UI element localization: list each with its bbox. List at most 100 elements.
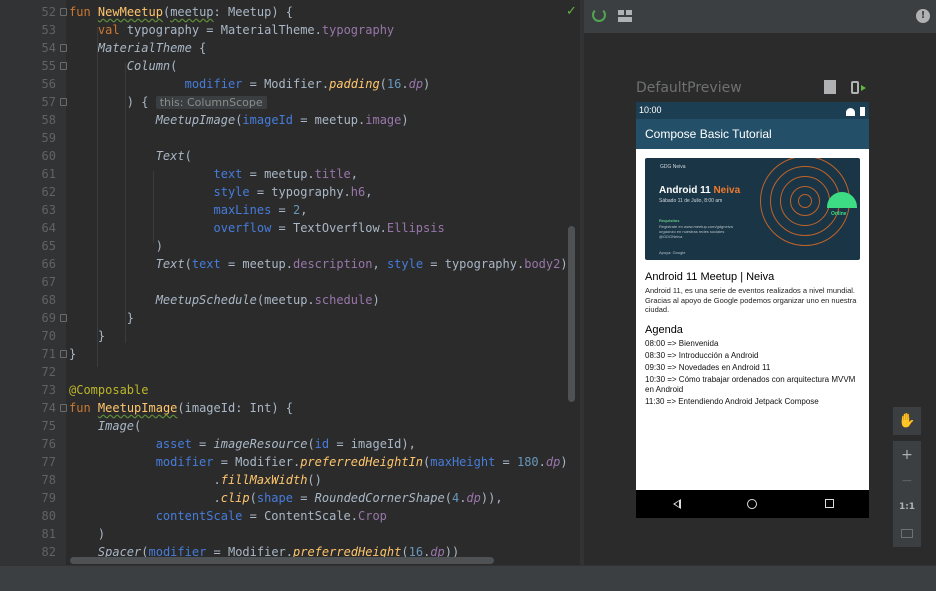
line-number: 58 (0, 111, 56, 129)
recents-icon (825, 499, 834, 508)
fold-marker-icon[interactable] (60, 8, 67, 16)
line-number-text: 71 (41, 347, 56, 361)
code-text: Image( (97, 419, 142, 433)
line-number-text: 82 (41, 545, 56, 559)
line-number-text: 67 (41, 275, 56, 289)
code-line[interactable]: 70 } (0, 327, 580, 345)
code-text: fun NewMeetup(meetup: Meetup) { (69, 5, 294, 19)
code-line[interactable]: 80 contentScale = ContentScale.Crop (0, 507, 580, 525)
banner-title-a: Android 11 (659, 185, 714, 196)
code-line[interactable]: 73 @Composable (0, 381, 580, 399)
code-line[interactable]: 59 (0, 129, 580, 147)
app-title: Compose Basic Tutorial (645, 127, 772, 141)
code-line[interactable]: 74 fun MeetupImage(imageId: Int) { (0, 399, 580, 417)
fold-marker-icon[interactable] (60, 62, 67, 70)
status-bar: 10:00 (636, 102, 869, 119)
line-number: 65 (0, 237, 56, 255)
code-line[interactable]: 56 modifier = Modifier.padding(16.dp) (0, 75, 580, 93)
home-icon (747, 499, 757, 509)
indent-guide (125, 63, 126, 343)
line-number: 66 (0, 255, 56, 273)
fold-marker-icon[interactable] (60, 404, 67, 412)
zoom-in-button[interactable]: + (893, 441, 921, 469)
line-number-text: 66 (41, 257, 56, 271)
code-line[interactable]: 75 Image( (0, 417, 580, 435)
line-number-text: 63 (41, 203, 56, 217)
code-line[interactable]: 62 style = typography.h6, (0, 183, 580, 201)
line-number: 57 (0, 93, 56, 111)
issues-icon[interactable]: ! (916, 9, 930, 23)
line-number: 56 (0, 75, 56, 93)
deploy-to-device-icon[interactable] (824, 80, 836, 94)
code-line[interactable]: 57 ) { this: ColumnScope (0, 93, 580, 111)
horizontal-scrollbar[interactable] (70, 557, 494, 564)
code-text: Text( (155, 149, 192, 163)
fold-marker-icon[interactable] (60, 314, 67, 322)
no-problems-check-icon[interactable]: ✓ (566, 4, 577, 19)
code-line[interactable]: 65 ) (0, 237, 580, 255)
code-line[interactable]: 81 ) (0, 525, 580, 543)
line-number-text: 78 (41, 473, 56, 487)
line-number-text: 54 (41, 41, 56, 55)
zoom-out-button[interactable]: − (893, 467, 921, 495)
code-line[interactable]: 64 overflow = TextOverflow.Ellipsis (0, 219, 580, 237)
code-text: @Composable (69, 383, 149, 397)
app-bar: Compose Basic Tutorial (636, 119, 869, 149)
code-text: .fillMaxWidth() (69, 473, 322, 487)
line-number-text: 74 (41, 401, 56, 415)
run-preview-icon[interactable] (851, 81, 859, 94)
code-line[interactable]: 69 } (0, 309, 580, 327)
code-line[interactable]: 55 Column( (0, 57, 580, 75)
code-line[interactable]: 71} (0, 345, 580, 363)
code-line[interactable]: 54 MaterialTheme { (0, 39, 580, 57)
code-text: maxLines = 2, (213, 203, 308, 217)
code-line[interactable]: 53 val typography = MaterialTheme.typogr… (0, 21, 580, 39)
battery-icon (860, 107, 865, 116)
line-number-text: 75 (41, 419, 56, 433)
line-number-text: 56 (41, 77, 56, 91)
zoom-to-fit-icon[interactable] (893, 519, 921, 547)
code-line[interactable]: 63 maxLines = 2, (0, 201, 580, 219)
status-time: 10:00 (639, 105, 662, 115)
code-line[interactable]: 76 asset = imageResource(id = imageId), (0, 435, 580, 453)
code-text: modifier = Modifier.preferredHeightIn(ma… (155, 455, 568, 469)
code-line[interactable]: 79 .clip(shape = RoundedCornerShape(4.dp… (0, 489, 580, 507)
code-line[interactable]: 61 text = meetup.title, (0, 165, 580, 183)
line-number-text: 77 (41, 455, 56, 469)
fold-marker-icon[interactable] (60, 98, 67, 106)
layout-options-icon[interactable] (618, 10, 632, 22)
code-line[interactable]: 52 fun NewMeetup(meetup: Meetup) { (0, 3, 580, 21)
code-line[interactable]: 77 modifier = Modifier.preferredHeightIn… (0, 453, 580, 471)
pan-hand-icon[interactable]: ✋ (893, 407, 921, 435)
code-line[interactable]: 68 MeetupSchedule(meetup.schedule) (0, 291, 580, 309)
code-line[interactable]: 78 .fillMaxWidth() (0, 471, 580, 489)
code-editor[interactable]: 52 fun NewMeetup(meetup: Meetup) { 53 val … (0, 0, 580, 565)
line-number: 71 (0, 345, 56, 363)
vertical-scrollbar[interactable] (568, 226, 575, 402)
refresh-icon[interactable] (592, 8, 606, 22)
zoom-controls: ✋ + − 1:1 (893, 407, 921, 547)
code-line[interactable]: 72 (0, 363, 580, 381)
indent-guide (97, 27, 98, 367)
code-text: fun MeetupImage(imageId: Int) { (69, 401, 293, 415)
code-line[interactable]: 60 Text( (0, 147, 580, 165)
line-number-text: 72 (41, 365, 56, 379)
line-number-text: 70 (41, 329, 56, 343)
code-line[interactable]: 67 (0, 273, 580, 291)
line-number: 76 (0, 435, 56, 453)
run-arrow-icon (861, 85, 866, 91)
line-number: 55 (0, 57, 56, 75)
code-line[interactable]: 58 MeetupImage(imageId = meetup.image) (0, 111, 580, 129)
actual-size-button[interactable]: 1:1 (893, 493, 921, 521)
line-number-text: 65 (41, 239, 56, 253)
fold-marker-icon[interactable] (60, 350, 67, 358)
compose-preview-pane: ! DefaultPreview 10:00 Compose Basic Tut… (584, 0, 936, 565)
banner-requirements-text: Registrate en www.meetup.com/gdgneiva or… (659, 224, 733, 239)
banner-gdg-label: GDG Neiva (660, 164, 686, 170)
line-number: 61 (0, 165, 56, 183)
line-number: 69 (0, 309, 56, 327)
code-text: Column( (126, 59, 178, 73)
code-line[interactable]: 66 Text(text = meetup.description, style… (0, 255, 580, 273)
fold-marker-icon[interactable] (60, 44, 67, 52)
line-number: 52 (0, 3, 56, 21)
